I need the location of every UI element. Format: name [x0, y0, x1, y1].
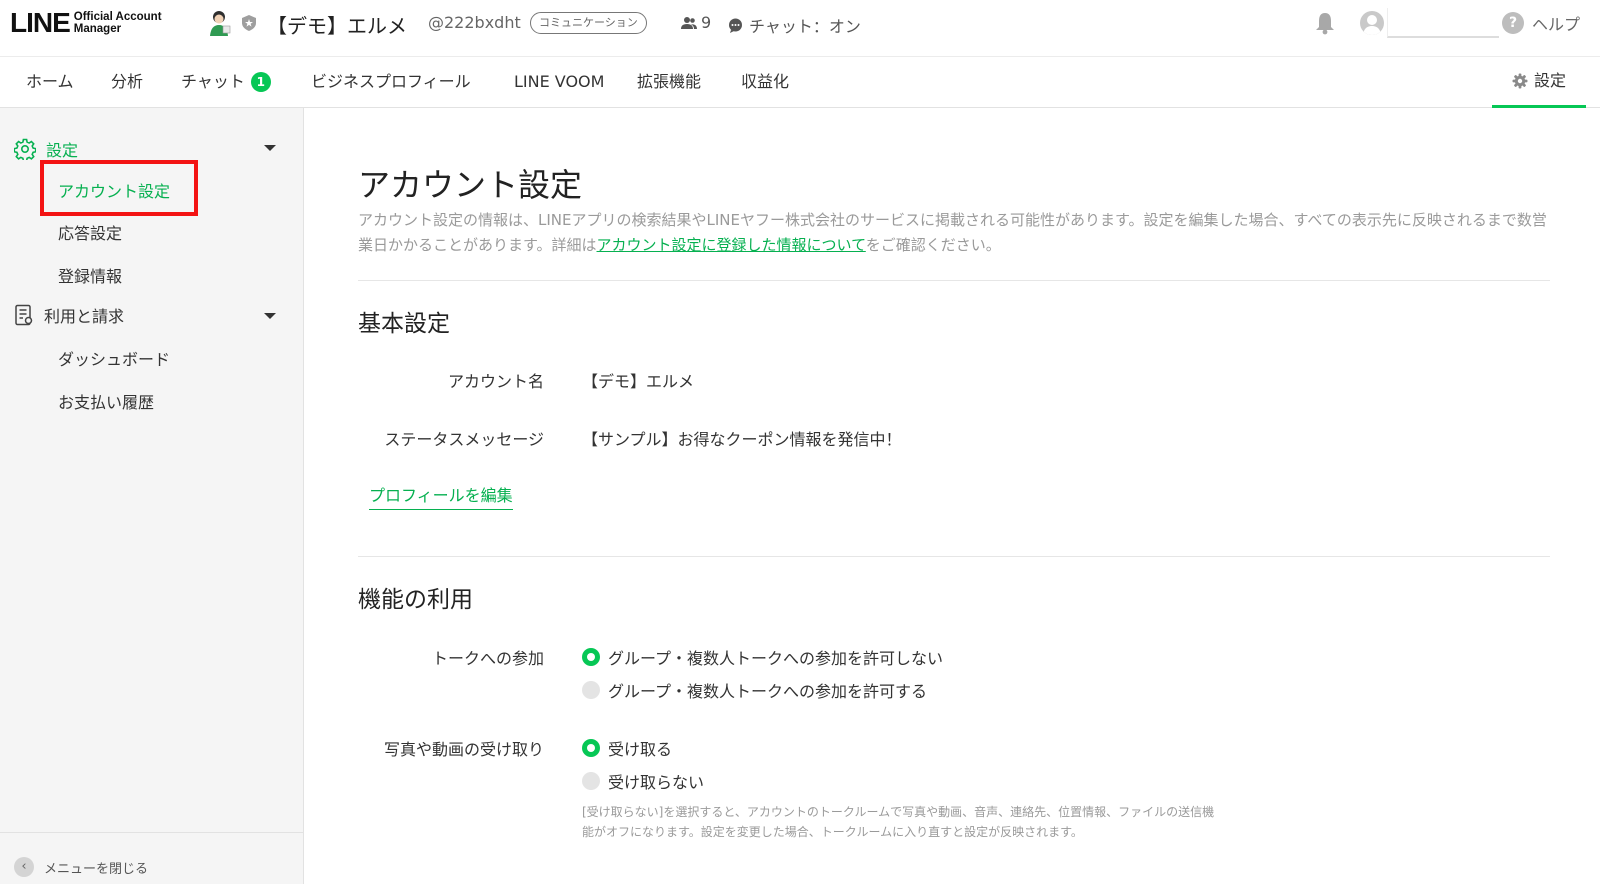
sidebar-group-billing[interactable]: 利用と請求 [14, 303, 124, 327]
friends-icon [681, 16, 697, 29]
radio-talk-deny[interactable]: グループ・複数人トークへの参加を許可しない [582, 645, 943, 669]
user-name-field[interactable] [1387, 8, 1499, 38]
friend-count: 9 [681, 13, 711, 32]
tab-chat-label: チャット [181, 72, 245, 91]
close-menu-button[interactable]: ‹ メニューを閉じる [14, 857, 148, 877]
page-title: アカウント設定 [358, 166, 583, 204]
account-name[interactable]: 【デモ】エルメ [267, 10, 407, 39]
radio-talk-allow[interactable]: グループ・複数人トークへの参加を許可する [582, 678, 927, 702]
edit-profile-link[interactable]: プロフィールを編集 [369, 482, 513, 510]
account-name-value: 【デモ】エルメ [582, 372, 695, 391]
help-link[interactable]: ? ヘルプ [1502, 11, 1580, 35]
sidebar-item-response-settings[interactable]: 応答設定 [58, 220, 122, 244]
sidebar-group-billing-label: 利用と請求 [44, 307, 125, 326]
user-icon [1363, 15, 1381, 35]
radio-selected-icon [582, 648, 600, 666]
sidebar-item-registration-info[interactable]: 登録情報 [58, 263, 122, 287]
status-message-label: ステータスメッセージ [384, 430, 544, 449]
tab-home[interactable]: ホーム [26, 57, 74, 108]
radio-selected-icon [582, 739, 600, 757]
chat-status-label: チャット：オン [749, 17, 861, 36]
chat-bubble-icon [729, 18, 742, 33]
shield-icon [242, 15, 256, 31]
features-heading: 機能の利用 [358, 587, 473, 613]
main-tab-nav: ホーム 分析 チャット 1 ビジネスプロフィール LINE VOOM 拡張機能 収… [0, 56, 1600, 108]
status-message-value: 【サンプル】お得なクーポン情報を発信中！ [582, 430, 902, 449]
tab-extensions[interactable]: 拡張機能 [637, 57, 701, 108]
account-avatar-icon[interactable] [206, 9, 232, 37]
close-menu-label: メニューを閉じる [44, 861, 149, 877]
tab-line-voom[interactable]: LINE VOOM [514, 57, 604, 108]
sidebar: 設定 アカウント設定 応答設定 登録情報 利用と請求 ダッシュボード お支払い履… [0, 108, 304, 884]
account-id: @222bxdht [428, 13, 521, 32]
caret-down-icon[interactable] [264, 313, 276, 319]
line-oam-logo[interactable]: LINE Official Account Manager [10, 8, 162, 38]
sidebar-footer: ‹ メニューを閉じる [0, 832, 303, 884]
talk-participation-label: トークへの参加 [431, 649, 544, 668]
help-icon: ? [1502, 12, 1524, 34]
radio-unselected-icon [582, 772, 600, 790]
sidebar-group-settings-label: 設定 [46, 141, 79, 160]
logo-sub-text: Official Account Manager [74, 11, 162, 35]
plan-badge: コミュニケーション [530, 12, 647, 34]
logo-sub-line2: Manager [73, 23, 122, 35]
bell-icon[interactable] [1313, 11, 1337, 35]
page-description: アカウント設定の情報は、LINEアプリの検索結果やLINEヤフー株式会社のサービ… [358, 208, 1548, 258]
help-label: ヘルプ [1532, 15, 1581, 34]
tab-settings-label: 設定 [1533, 71, 1566, 90]
main-content: アカウント設定 アカウント設定の情報は、LINEアプリの検索結果やLINEヤフー… [304, 108, 1600, 884]
gear-outline-icon [14, 138, 36, 160]
chat-unread-badge: 1 [250, 72, 271, 92]
logo-sub-line1: Official Account [73, 11, 162, 23]
chevron-left-icon: ‹ [14, 857, 34, 877]
friend-count-value: 9 [701, 13, 712, 32]
sidebar-item-dashboard[interactable]: ダッシュボード [58, 346, 170, 370]
media-note: [受け取らない]を選択すると、アカウントのトークルームで写真や動画、音声、連絡先… [582, 805, 1215, 839]
media-receive-label: 写真や動画の受け取り [383, 740, 544, 759]
tab-monetization[interactable]: 収益化 [741, 57, 789, 108]
radio-media-receive[interactable]: 受け取る [582, 736, 672, 760]
radio-media-reject-label: 受け取らない [608, 773, 705, 792]
description-text-2: をご確認ください。 [865, 236, 1001, 254]
radio-unselected-icon [582, 681, 600, 699]
tab-business-profile[interactable]: ビジネスプロフィール [311, 57, 471, 108]
sidebar-group-settings[interactable]: 設定 [14, 137, 78, 161]
logo-line-text: LINE [10, 7, 71, 38]
sidebar-item-account-settings[interactable]: アカウント設定 [58, 178, 170, 202]
caret-down-icon[interactable] [264, 145, 276, 151]
radio-talk-deny-label: グループ・複数人トークへの参加を許可しない [608, 649, 944, 668]
account-name-label: アカウント名 [447, 372, 544, 391]
user-avatar[interactable] [1360, 11, 1384, 35]
chat-status[interactable]: チャット：オン [728, 13, 861, 37]
tab-chat[interactable]: チャット 1 [181, 57, 271, 108]
radio-media-reject[interactable]: 受け取らない [582, 769, 704, 793]
tab-analytics[interactable]: 分析 [111, 57, 143, 108]
receipt-icon [15, 304, 33, 326]
section-divider [358, 556, 1550, 557]
basic-settings-heading: 基本設定 [358, 311, 450, 337]
tab-settings[interactable]: 設定 [1492, 57, 1586, 108]
section-divider [358, 280, 1550, 281]
radio-media-receive-label: 受け取る [608, 740, 673, 759]
gear-icon [1512, 73, 1528, 89]
top-header: LINE Official Account Manager 【デモ】エルメ @2… [0, 0, 1600, 46]
account-info-help-link[interactable]: アカウント設定に登録した情報について [597, 236, 866, 254]
sidebar-item-payment-history[interactable]: お支払い履歴 [58, 389, 154, 413]
radio-talk-allow-label: グループ・複数人トークへの参加を許可する [608, 682, 928, 701]
